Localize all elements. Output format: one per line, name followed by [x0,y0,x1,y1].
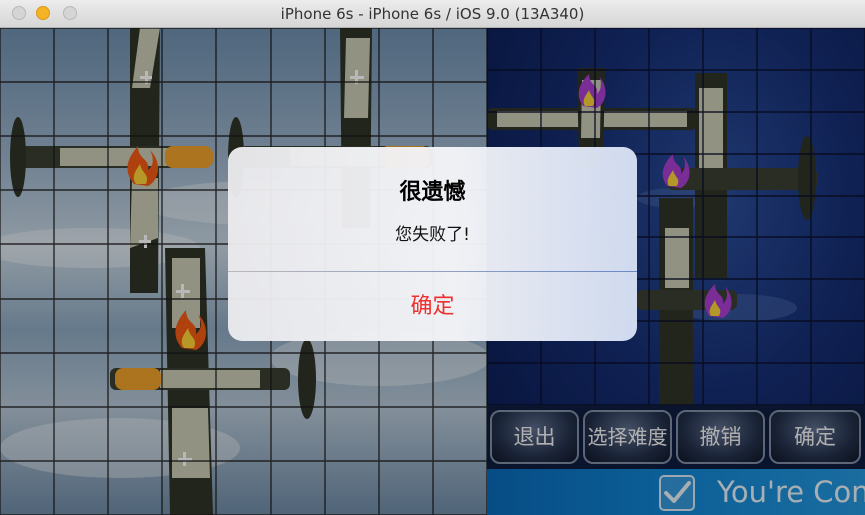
alert-confirm-button[interactable]: 确定 [228,272,637,341]
alert-title: 很遗憾 [399,180,466,205]
window-titlebar: iPhone 6s - iPhone 6s / iOS 9.0 (13A340) [0,0,865,28]
alert-dialog: 很遗憾 您失败了! 确定 [228,147,637,341]
alert-message: 您失败了! [395,225,470,245]
window-title: iPhone 6s - iPhone 6s / iOS 9.0 (13A340) [280,5,585,23]
